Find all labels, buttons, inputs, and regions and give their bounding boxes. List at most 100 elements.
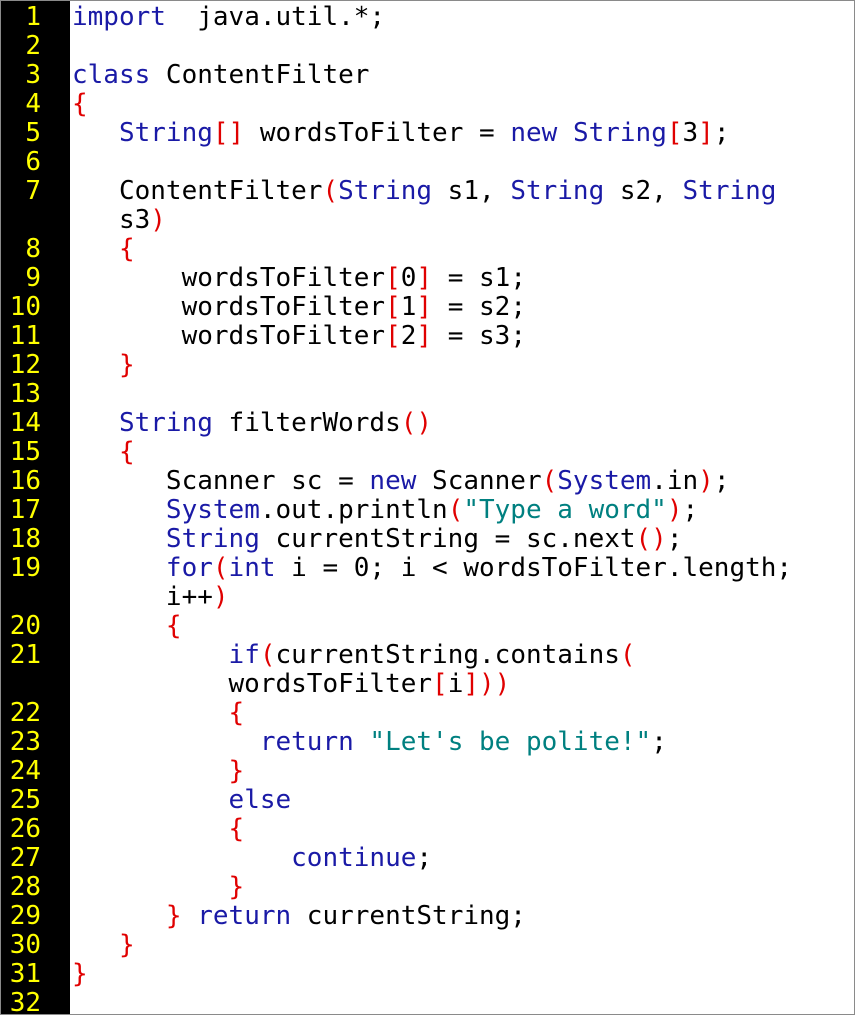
keyword-token: continue: [291, 843, 417, 873]
line-number: 4: [25, 89, 41, 119]
code-text: String currentString = sc.next();: [72, 525, 683, 554]
string-token: "Type a word": [463, 495, 667, 525]
code-text: Scanner sc = new Scanner(System.in);: [72, 466, 730, 496]
code-line: 8 {: [1, 235, 854, 264]
line-number: 6: [25, 147, 41, 177]
line-number: 15: [9, 437, 41, 467]
bracket-token: (): [635, 524, 667, 554]
bracket-token: ]: [416, 292, 433, 322]
keyword-token: String: [510, 176, 605, 206]
code-line: 3 class ContentFilter: [1, 61, 854, 90]
line-number: 10: [9, 292, 41, 322]
code-token: ContentFilter: [72, 176, 323, 206]
code-line: 20 {: [1, 612, 854, 641]
code-text: }: [72, 960, 88, 989]
code-line: 6: [1, 148, 854, 177]
code-text: String filterWords(): [72, 409, 432, 438]
bracket-token: {: [118, 234, 135, 264]
keyword-token: return: [197, 901, 292, 931]
line-number: 22: [9, 698, 41, 728]
code-text: wordsToFilter[1] = s2;: [72, 293, 526, 322]
keyword-token: class: [72, 60, 151, 90]
line-number: 2: [25, 31, 41, 61]
code-token: wordsToFilter: [72, 263, 386, 293]
keyword-token: int: [228, 553, 276, 583]
code-token: ;: [416, 843, 433, 873]
bracket-token: (: [447, 495, 464, 525]
keyword-token: String: [572, 118, 667, 148]
keyword-token: String: [165, 524, 260, 554]
code-text: for(int i = 0; i < wordsToFilter.length;: [72, 554, 792, 583]
bracket-token: (: [212, 553, 229, 583]
code-token: wordsToFilter: [72, 669, 433, 699]
line-number: 13: [9, 379, 41, 409]
line-number: 28: [9, 872, 41, 902]
keyword-token: String: [682, 176, 777, 206]
bracket-token: [: [432, 669, 448, 699]
bracket-token: (: [322, 176, 339, 206]
code-line: 19 for(int i = 0; i < wordsToFilter.leng…: [1, 554, 854, 583]
line-number: 26: [9, 814, 41, 844]
keyword-token: import: [72, 2, 166, 32]
code-text: class ContentFilter: [72, 61, 369, 90]
line-number: 24: [9, 756, 41, 786]
code-text: ContentFilter(String s1, String s2, Stri…: [72, 177, 776, 206]
keyword-token: new: [510, 118, 558, 148]
code-text: else: [72, 786, 292, 815]
bracket-token: ): [150, 205, 166, 235]
code-line: 15 {: [1, 438, 854, 467]
code-text: wordsToFilter[i])): [72, 669, 511, 699]
code-line: 16 Scanner sc = new Scanner(System.in);: [1, 467, 854, 496]
code-line: 1 import java.util.*;: [1, 3, 854, 32]
line-number: 25: [9, 785, 41, 815]
keyword-token: for: [165, 553, 213, 583]
code-text: }: [72, 351, 135, 380]
code-line: i++): [1, 583, 854, 612]
bracket-token: [: [385, 292, 401, 322]
code-token: 0: [400, 263, 417, 293]
code-text: }: [72, 756, 245, 786]
keyword-token: System: [165, 495, 260, 525]
code-line: 9 wordsToFilter[0] = s1;: [1, 264, 854, 293]
code-text: continue;: [72, 844, 432, 873]
line-number: 7: [25, 176, 41, 206]
code-line: s3): [1, 206, 854, 235]
code-line: 28 }: [1, 873, 854, 902]
bracket-token: }: [118, 350, 135, 380]
code-token: s3: [72, 205, 151, 235]
code-line: 11 wordsToFilter[2] = s3;: [1, 322, 854, 351]
code-token: 2: [400, 321, 417, 351]
code-text: {: [72, 90, 88, 119]
code-text: String[] wordsToFilter = new String[3];: [72, 118, 730, 148]
code-line: 4{: [1, 90, 854, 119]
line-number: 1: [25, 2, 41, 32]
code-token: ;: [713, 466, 730, 496]
code-line: 27 continue;: [1, 844, 854, 873]
code-token: 1: [400, 292, 417, 322]
code-token: 3: [682, 118, 699, 148]
code-text: wordsToFilter[2] = s3;: [72, 322, 526, 351]
code-text: } return currentString;: [72, 902, 526, 931]
bracket-token: {: [228, 814, 245, 844]
bracket-token: {: [118, 437, 135, 467]
code-line: 13: [1, 380, 854, 409]
code-token: = s1;: [432, 263, 526, 293]
code-line: 17 System.out.println("Type a word");: [1, 496, 854, 525]
line-number: 8: [25, 234, 41, 264]
code-line: 2: [1, 32, 854, 61]
line-number: 17: [9, 495, 41, 525]
keyword-token: String: [338, 176, 433, 206]
code-token: i: [447, 669, 464, 699]
line-number: 5: [25, 118, 41, 148]
code-token: currentString = sc.next: [259, 524, 636, 554]
bracket-token: {: [228, 698, 245, 728]
